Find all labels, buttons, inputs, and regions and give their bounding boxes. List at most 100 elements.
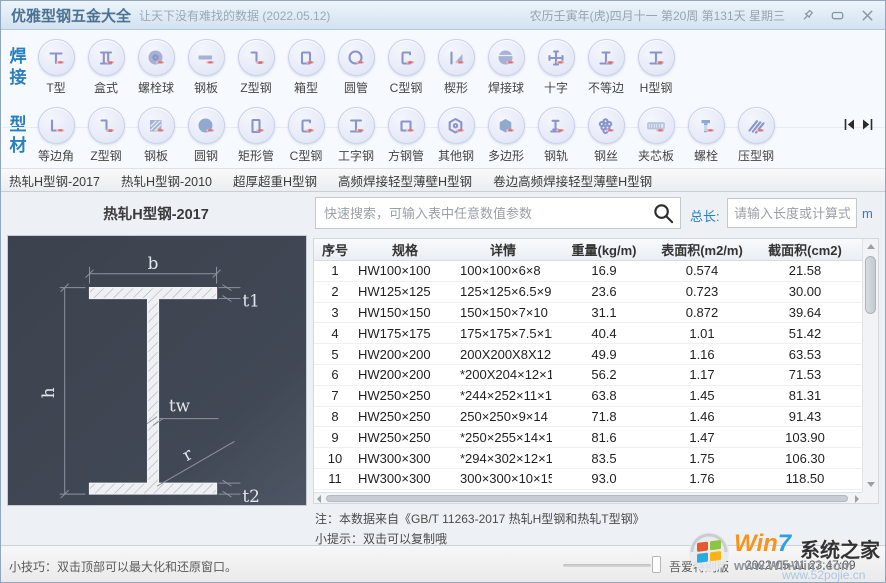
table-row[interactable]: 7 HW250×250 *244×252×11×11 63.8 1.45 81.… bbox=[314, 386, 862, 407]
opacity-slider-track[interactable] bbox=[563, 564, 651, 567]
table-row[interactable]: 8 HW250×250 250×250×9×14 71.8 1.46 91.43 bbox=[314, 407, 862, 428]
table-row[interactable]: 4 HW175×175 175×175×7.5×11 40.4 1.01 51.… bbox=[314, 323, 862, 344]
toolbar-button-label: 矩形管 bbox=[238, 147, 274, 164]
cell-spec: HW250×250 bbox=[356, 388, 454, 403]
toolbar-button[interactable]: C型钢 bbox=[281, 107, 331, 164]
scroll-left-end-icon[interactable] bbox=[317, 495, 321, 503]
toolbar-button[interactable]: 等边角 bbox=[31, 107, 81, 164]
toolbar-button[interactable]: C型钢 bbox=[381, 39, 431, 96]
toolbar-button[interactable]: T型 bbox=[31, 39, 81, 96]
tab[interactable]: 超厚超重H型钢 bbox=[233, 171, 317, 190]
minimize-icon[interactable] bbox=[829, 7, 845, 23]
toolbar-button[interactable]: 螺栓球 bbox=[131, 39, 181, 96]
table-row[interactable]: 1 HW100×100 100×100×6×8 16.9 0.574 21.58 bbox=[314, 261, 862, 282]
col-header-section[interactable]: 截面积(cm2) bbox=[748, 240, 862, 259]
toolbar-button[interactable]: Z型钢 bbox=[231, 39, 281, 96]
toolbar-button[interactable]: 不等边 bbox=[581, 39, 631, 96]
toolbar-button[interactable]: 焊接球 bbox=[481, 39, 531, 96]
pin-icon[interactable] bbox=[799, 7, 815, 23]
toolbar-row-profiles: 等边角 Z型钢 钢板 圆钢 矩形 bbox=[31, 107, 781, 164]
scroll-left-icon[interactable] bbox=[844, 118, 855, 131]
toolbar-button[interactable]: 钢丝 bbox=[581, 107, 631, 164]
c-channel-icon bbox=[388, 39, 425, 76]
toolbar-button[interactable]: H型钢 bbox=[631, 39, 681, 96]
toolbar-button[interactable]: 方钢管 bbox=[381, 107, 431, 164]
horizontal-scrollbar[interactable] bbox=[314, 492, 862, 503]
toolbar-button-label: Z型钢 bbox=[90, 147, 121, 164]
toolbar-button[interactable]: 其他钢 bbox=[431, 107, 481, 164]
scroll-down-icon[interactable] bbox=[867, 482, 875, 487]
scroll-up-icon[interactable] bbox=[867, 244, 875, 249]
toolbar-button-label: 盒式 bbox=[94, 79, 118, 96]
col-header-weight[interactable]: 重量(kg/m) bbox=[552, 240, 656, 259]
tab[interactable]: 卷边高频焊接轻型薄壁H型钢 bbox=[493, 171, 652, 190]
toolbar-button[interactable]: 钢板 bbox=[131, 107, 181, 164]
toolbar-button-label: 楔形 bbox=[444, 79, 468, 96]
toolbar-button[interactable]: 盒式 bbox=[81, 39, 131, 96]
tab[interactable]: 热轧H型钢-2010 bbox=[121, 171, 212, 190]
cell-section: 103.90 bbox=[748, 430, 862, 445]
scroll-right-end-icon[interactable] bbox=[855, 495, 859, 503]
table-row[interactable]: 11 HW300×300 300×300×10×15 93.0 1.76 118… bbox=[314, 469, 862, 490]
toolbar-button[interactable]: 十字 bbox=[531, 39, 581, 96]
cell-detail: *250×255×14×14 bbox=[454, 430, 552, 445]
toolbar-button-label: 焊接球 bbox=[488, 79, 524, 96]
status-bar: 小技巧：双击顶部可以最大化和还原窗口。 吾爱特别版 2022-05-11 23:… bbox=[1, 545, 885, 582]
col-header-detail[interactable]: 详情 bbox=[454, 240, 552, 259]
vertical-scroll-thumb[interactable] bbox=[865, 256, 876, 314]
toolbar-button[interactable]: 钢板 bbox=[181, 39, 231, 96]
toolbar-button[interactable]: 圆管 bbox=[331, 39, 381, 96]
toolbar-button[interactable]: Z型钢 bbox=[81, 107, 131, 164]
toolbar-button-label: 压型钢 bbox=[738, 147, 774, 164]
col-header-surface[interactable]: 表面积(m2/m) bbox=[656, 240, 748, 259]
table-row[interactable]: 6 HW200×200 *200X204×12×12 56.2 1.17 71.… bbox=[314, 365, 862, 386]
search-icon[interactable] bbox=[646, 202, 680, 225]
cell-spec: HW200×200 bbox=[356, 347, 454, 362]
total-length-input[interactable] bbox=[727, 198, 857, 228]
cell-detail: 150×150×7×10 bbox=[454, 305, 552, 320]
toolbar-button-label: 其他钢 bbox=[438, 147, 474, 164]
toolbar-button[interactable]: 压型钢 bbox=[731, 107, 781, 164]
unequal-ibeam-icon bbox=[588, 39, 625, 76]
toolbar-button[interactable]: 螺栓 bbox=[681, 107, 731, 164]
hex-nut-icon bbox=[438, 107, 475, 144]
cell-spec: HW250×250 bbox=[356, 409, 454, 424]
cell-surface: 1.76 bbox=[656, 471, 748, 486]
toolbar-button[interactable]: 夹芯板 bbox=[631, 107, 681, 164]
table-row[interactable]: 3 HW150×150 150×150×7×10 31.1 0.872 39.6… bbox=[314, 303, 862, 324]
toolbar-button-label: T型 bbox=[46, 79, 65, 96]
opacity-slider-thumb[interactable] bbox=[652, 556, 661, 573]
tab[interactable]: 高频焊接轻型薄壁H型钢 bbox=[338, 171, 472, 190]
round-bar-icon bbox=[188, 107, 225, 144]
vertical-scrollbar[interactable] bbox=[862, 239, 878, 492]
close-icon[interactable] bbox=[859, 7, 875, 23]
scroll-right-icon[interactable] bbox=[862, 118, 873, 131]
table-row[interactable]: 5 HW200×200 200X200X8X12 49.9 1.16 63.53 bbox=[314, 344, 862, 365]
toolbar-button[interactable]: 钢轨 bbox=[531, 107, 581, 164]
tab[interactable]: 热轧H型钢-2017 bbox=[9, 171, 100, 190]
toolbar-button-label: 等边角 bbox=[38, 147, 74, 164]
table-row[interactable]: 10 HW300×300 *294×302×12×12 83.5 1.75 10… bbox=[314, 448, 862, 469]
toolbar-button[interactable]: 多边形 bbox=[481, 107, 531, 164]
toolbar-button[interactable]: 箱型 bbox=[281, 39, 331, 96]
cell-index: 6 bbox=[314, 367, 356, 382]
title-bar[interactable]: 优雅型钢五金大全 让天下没有难找的数据 (2022.05.12) 农历壬寅年(虎… bbox=[1, 1, 885, 30]
toolbar-button[interactable]: 矩形管 bbox=[231, 107, 281, 164]
table-row[interactable]: 9 HW250×250 *250×255×14×14 81.6 1.47 103… bbox=[314, 427, 862, 448]
i-beam-icon bbox=[338, 107, 375, 144]
search-input[interactable] bbox=[316, 206, 646, 221]
cell-section: 106.30 bbox=[748, 451, 862, 466]
cell-index: 2 bbox=[314, 284, 356, 299]
horizontal-scroll-thumb[interactable] bbox=[326, 495, 848, 502]
corrugated-icon bbox=[738, 107, 775, 144]
toolbar-button[interactable]: 工字钢 bbox=[331, 107, 381, 164]
toolbar-button[interactable]: 楔形 bbox=[431, 39, 481, 96]
edition-label: 吾爱特别版 bbox=[669, 558, 729, 575]
col-header-spec[interactable]: 规格 bbox=[356, 240, 454, 259]
toolbar-button[interactable]: 圆钢 bbox=[181, 107, 231, 164]
col-header-index[interactable]: 序号 bbox=[314, 240, 356, 259]
toolbar-button-label: 钢板 bbox=[194, 79, 218, 96]
table-row[interactable]: 2 HW125×125 125×125×6.5×9 23.6 0.723 30.… bbox=[314, 282, 862, 303]
cross-icon bbox=[538, 39, 575, 76]
toolbar-button-label: 螺栓球 bbox=[138, 79, 174, 96]
